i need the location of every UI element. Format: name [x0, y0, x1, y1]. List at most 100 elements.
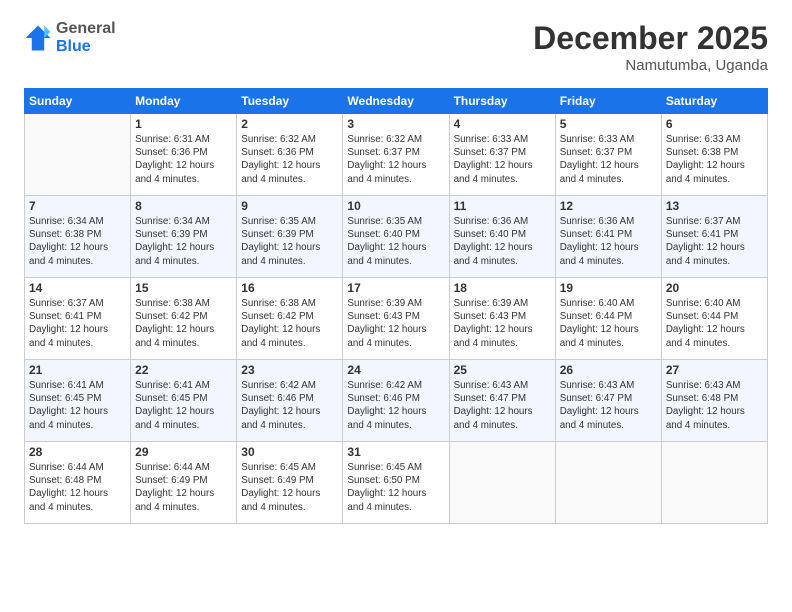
day-info: Sunrise: 6:33 AMSunset: 6:37 PMDaylight:… [560, 133, 657, 186]
calendar-cell [25, 114, 131, 196]
location-subtitle: Namutumba, Uganda [533, 57, 768, 74]
page-container: General Blue December 2025 Namutumba, Ug… [0, 0, 792, 540]
day-info: Sunrise: 6:38 AMSunset: 6:42 PMDaylight:… [135, 297, 232, 350]
day-info: Sunrise: 6:41 AMSunset: 6:45 PMDaylight:… [135, 379, 232, 432]
day-number: 30 [241, 445, 338, 459]
calendar-cell: 10Sunrise: 6:35 AMSunset: 6:40 PMDayligh… [343, 196, 449, 278]
calendar-cell: 21Sunrise: 6:41 AMSunset: 6:45 PMDayligh… [25, 360, 131, 442]
day-info: Sunrise: 6:32 AMSunset: 6:37 PMDaylight:… [347, 133, 444, 186]
day-number: 28 [29, 445, 126, 459]
calendar-cell: 7Sunrise: 6:34 AMSunset: 6:38 PMDaylight… [25, 196, 131, 278]
day-info: Sunrise: 6:45 AMSunset: 6:50 PMDaylight:… [347, 461, 444, 514]
calendar-week-row: 7Sunrise: 6:34 AMSunset: 6:38 PMDaylight… [25, 196, 768, 278]
day-number: 10 [347, 199, 444, 213]
day-number: 4 [454, 117, 551, 131]
calendar-cell: 11 Sunrise: 6:36 AMSunset: 6:40 PMDayligh… [449, 196, 555, 278]
day-info: Sunrise: 6:44 AMSunset: 6:49 PMDaylight:… [135, 461, 232, 514]
day-info: Sunrise: 6:34 AMSunset: 6:39 PMDaylight:… [135, 215, 232, 268]
weekday-header-saturday: Saturday [661, 89, 767, 114]
day-number: 27 [666, 363, 763, 377]
logo-blue: Blue [56, 38, 116, 56]
day-number: 18 [454, 281, 551, 295]
calendar-cell: 18 Sunrise: 6:39 AMSunset: 6:43 PMDayligh… [449, 278, 555, 360]
day-number: 26 [560, 363, 657, 377]
day-info: Sunrise: 6:39 AMSunset: 6:43 PMDaylight:… [454, 297, 551, 350]
calendar-cell: 28 Sunrise: 6:44 AMSunset: 6:48 PMDayligh… [25, 442, 131, 524]
day-number: 2 [241, 117, 338, 131]
day-info: Sunrise: 6:40 AMSunset: 6:44 PMDaylight:… [560, 297, 657, 350]
day-number: 29 [135, 445, 232, 459]
calendar-cell: 13 Sunrise: 6:37 AMSunset: 6:41 PMDayligh… [661, 196, 767, 278]
day-info: Sunrise: 6:45 AMSunset: 6:49 PMDaylight:… [241, 461, 338, 514]
day-info: Sunrise: 6:42 AMSunset: 6:46 PMDaylight:… [347, 379, 444, 432]
day-number: 16 [241, 281, 338, 295]
day-number: 14 [29, 281, 126, 295]
day-number: 1 [135, 117, 232, 131]
calendar-cell: 27 Sunrise: 6:43 AMSunset: 6:48 PMDayligh… [661, 360, 767, 442]
calendar-cell: 17 Sunrise: 6:39 AMSunset: 6:43 PMDayligh… [343, 278, 449, 360]
day-number: 7 [29, 199, 126, 213]
calendar-cell: 23 Sunrise: 6:42 AMSunset: 6:46 PMDayligh… [237, 360, 343, 442]
calendar-week-row: 14 Sunrise: 6:37 AMSunset: 6:41 PMDayligh… [25, 278, 768, 360]
day-number: 11 [454, 199, 551, 213]
weekday-header-thursday: Thursday [449, 89, 555, 114]
day-number: 12 [560, 199, 657, 213]
day-number: 24 [347, 363, 444, 377]
weekday-header-wednesday: Wednesday [343, 89, 449, 114]
day-number: 19 [560, 281, 657, 295]
day-number: 22 [135, 363, 232, 377]
calendar-cell: 31 Sunrise: 6:45 AMSunset: 6:50 PMDayligh… [343, 442, 449, 524]
day-number: 21 [29, 363, 126, 377]
logo-icon [24, 24, 52, 52]
day-info: Sunrise: 6:43 AMSunset: 6:48 PMDaylight:… [666, 379, 763, 432]
day-number: 5 [560, 117, 657, 131]
day-info: Sunrise: 6:43 AMSunset: 6:47 PMDaylight:… [560, 379, 657, 432]
calendar-week-row: 1 Sunrise: 6:31 AMSunset: 6:36 PMDaylight… [25, 114, 768, 196]
day-number: 23 [241, 363, 338, 377]
day-info: Sunrise: 6:38 AMSunset: 6:42 PMDaylight:… [241, 297, 338, 350]
calendar-cell: 30 Sunrise: 6:45 AMSunset: 6:49 PMDayligh… [237, 442, 343, 524]
day-info: Sunrise: 6:35 AMSunset: 6:39 PMDaylight:… [241, 215, 338, 268]
weekday-header-friday: Friday [555, 89, 661, 114]
calendar-cell [661, 442, 767, 524]
day-info: Sunrise: 6:36 AMSunset: 6:41 PMDaylight:… [560, 215, 657, 268]
day-info: Sunrise: 6:42 AMSunset: 6:46 PMDaylight:… [241, 379, 338, 432]
weekday-header-monday: Monday [131, 89, 237, 114]
day-number: 6 [666, 117, 763, 131]
calendar-cell: 8Sunrise: 6:34 AMSunset: 6:39 PMDaylight… [131, 196, 237, 278]
calendar-cell: 2 Sunrise: 6:32 AMSunset: 6:36 PMDaylight… [237, 114, 343, 196]
day-number: 13 [666, 199, 763, 213]
day-number: 17 [347, 281, 444, 295]
calendar-cell: 20Sunrise: 6:40 AMSunset: 6:44 PMDayligh… [661, 278, 767, 360]
day-number: 9 [241, 199, 338, 213]
calendar-cell: 19 Sunrise: 6:40 AMSunset: 6:44 PMDayligh… [555, 278, 661, 360]
day-info: Sunrise: 6:37 AMSunset: 6:41 PMDaylight:… [666, 215, 763, 268]
day-info: Sunrise: 6:32 AMSunset: 6:36 PMDaylight:… [241, 133, 338, 186]
calendar-week-row: 28 Sunrise: 6:44 AMSunset: 6:48 PMDayligh… [25, 442, 768, 524]
day-info: Sunrise: 6:44 AMSunset: 6:48 PMDaylight:… [29, 461, 126, 514]
day-number: 25 [454, 363, 551, 377]
calendar-header-row: SundayMondayTuesdayWednesdayThursdayFrid… [25, 89, 768, 114]
calendar-cell: 26 Sunrise: 6:43 AMSunset: 6:47 PMDayligh… [555, 360, 661, 442]
calendar-cell: 6 Sunrise: 6:33 AMSunset: 6:38 PMDaylight… [661, 114, 767, 196]
weekday-header-sunday: Sunday [25, 89, 131, 114]
day-info: Sunrise: 6:36 AMSunset: 6:40 PMDaylight:… [454, 215, 551, 268]
day-info: Sunrise: 6:39 AMSunset: 6:43 PMDaylight:… [347, 297, 444, 350]
logo: General Blue [24, 20, 116, 55]
calendar-cell: 4 Sunrise: 6:33 AMSunset: 6:37 PMDaylight… [449, 114, 555, 196]
calendar-cell: 24 Sunrise: 6:42 AMSunset: 6:46 PMDayligh… [343, 360, 449, 442]
calendar-cell: 16 Sunrise: 6:38 AMSunset: 6:42 PMDayligh… [237, 278, 343, 360]
calendar-cell: 3Sunrise: 6:32 AMSunset: 6:37 PMDaylight… [343, 114, 449, 196]
day-info: Sunrise: 6:33 AMSunset: 6:37 PMDaylight:… [454, 133, 551, 186]
month-title: December 2025 [533, 20, 768, 57]
day-info: Sunrise: 6:43 AMSunset: 6:47 PMDaylight:… [454, 379, 551, 432]
calendar-cell: 1 Sunrise: 6:31 AMSunset: 6:36 PMDaylight… [131, 114, 237, 196]
calendar-cell: 12 Sunrise: 6:36 AMSunset: 6:41 PMDayligh… [555, 196, 661, 278]
day-info: Sunrise: 6:37 AMSunset: 6:41 PMDaylight:… [29, 297, 126, 350]
calendar-cell: 9 Sunrise: 6:35 AMSunset: 6:39 PMDaylight… [237, 196, 343, 278]
page-header: General Blue December 2025 Namutumba, Ug… [24, 20, 768, 74]
day-info: Sunrise: 6:31 AMSunset: 6:36 PMDaylight:… [135, 133, 232, 186]
day-number: 31 [347, 445, 444, 459]
day-info: Sunrise: 6:33 AMSunset: 6:38 PMDaylight:… [666, 133, 763, 186]
calendar-cell: 5 Sunrise: 6:33 AMSunset: 6:37 PMDaylight… [555, 114, 661, 196]
